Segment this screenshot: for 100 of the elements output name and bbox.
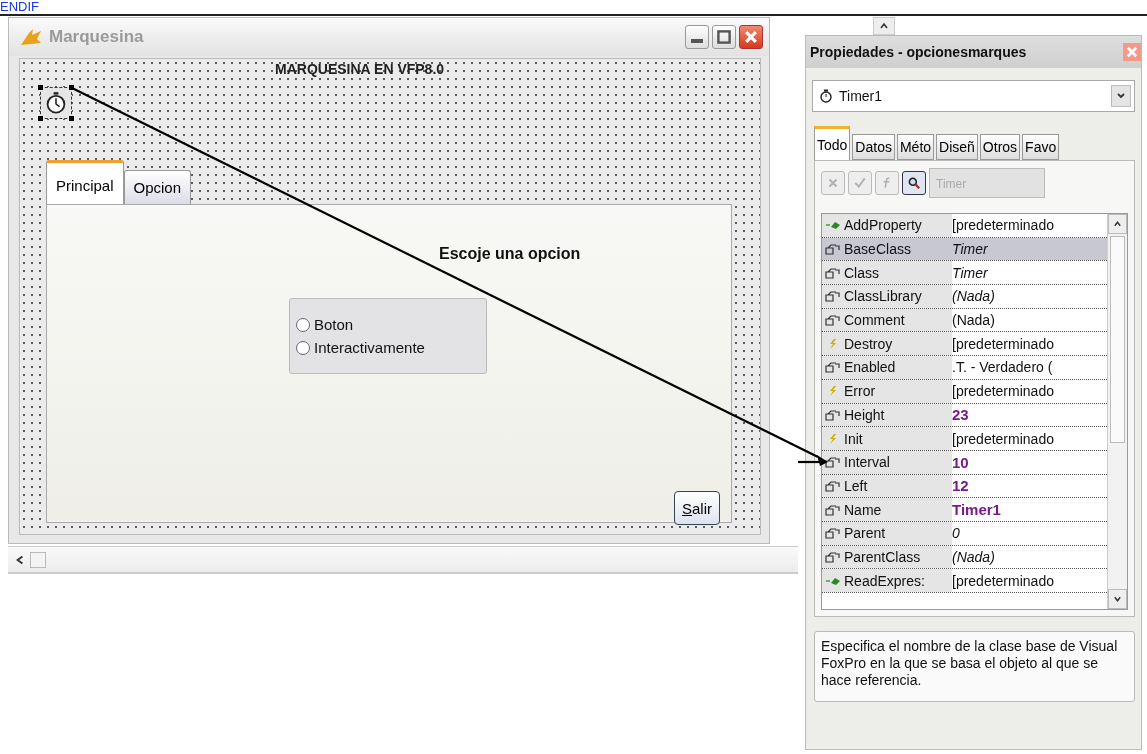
chevron-down-icon	[1113, 594, 1122, 604]
property-name: Parent	[844, 525, 886, 542]
property-row[interactable]: Destroy [predeterminado	[822, 332, 1107, 357]
minimize-icon	[691, 39, 703, 43]
property-name: BaseClass	[844, 241, 911, 258]
property-tab[interactable]: Todo	[814, 126, 851, 160]
property-value: .T. - Verdadero (	[952, 358, 1054, 378]
property-row[interactable]: Interval 10	[822, 450, 1107, 475]
scroll-thumb[interactable]	[1110, 236, 1125, 443]
fox-logo-icon	[19, 27, 43, 47]
window-title: Marquesina	[49, 27, 144, 47]
property-value: 23	[952, 405, 970, 426]
property-value: [predeterminado	[952, 382, 1055, 402]
property-tab[interactable]: Méto	[896, 134, 935, 160]
property-name: Class	[844, 264, 879, 281]
property-icon	[825, 408, 841, 421]
property-tab[interactable]: Datos	[852, 134, 895, 160]
prompt-label: Escoje una opcion	[439, 245, 581, 263]
property-row[interactable]: Init [predeterminado	[822, 427, 1107, 451]
magnifier-icon	[907, 176, 921, 190]
property-icon	[825, 361, 841, 374]
property-value: 10	[952, 452, 970, 473]
property-value: Timer	[952, 237, 1107, 261]
timer-control-icon[interactable]	[40, 87, 72, 119]
code-text: ENDIF	[0, 0, 39, 14]
property-row[interactable]: Enabled .T. - Verdadero (	[822, 356, 1107, 380]
property-value: [predeterminado	[952, 334, 1055, 354]
property-icon	[825, 550, 841, 563]
property-row[interactable]: ReadExpres: [predeterminado	[822, 569, 1107, 593]
property-name: ParentClass	[844, 548, 921, 565]
zoom-icon-button[interactable]	[902, 171, 926, 195]
horizontal-scrollbar[interactable]	[8, 546, 798, 574]
property-value: (Nada)	[952, 287, 996, 307]
cross-icon	[826, 176, 840, 190]
minimize-button[interactable]	[685, 25, 709, 49]
property-tab[interactable]: Otros	[979, 134, 1021, 160]
property-icon	[825, 314, 841, 327]
scroll-up-button[interactable]	[1108, 214, 1127, 234]
radio-button[interactable]	[296, 340, 310, 355]
exit-button[interactable]: Salir	[674, 491, 720, 525]
property-icon	[825, 243, 841, 256]
page-tab[interactable]: Principal	[46, 160, 124, 204]
option-label: Interactivamente	[314, 339, 425, 356]
property-icon	[825, 266, 841, 279]
property-tab[interactable]: Diseñ	[936, 134, 978, 160]
property-row[interactable]: ClassLibrary (Nada)	[822, 285, 1107, 309]
maximize-button[interactable]	[712, 25, 736, 49]
scroll-down-button[interactable]	[1108, 589, 1127, 609]
property-icon	[825, 503, 841, 516]
stopwatch-icon	[819, 89, 833, 103]
property-value: (Nada)	[952, 311, 996, 331]
scroll-thumb[interactable]	[30, 551, 46, 568]
property-value: Timer	[952, 263, 989, 283]
property-name: Height	[844, 406, 885, 423]
property-name: Init	[844, 430, 863, 447]
property-name: ClassLibrary	[844, 288, 922, 305]
property-name: Enabled	[844, 359, 896, 376]
property-value: [predeterminado	[952, 429, 1055, 449]
property-name: Interval	[844, 454, 890, 471]
property-row[interactable]: BaseClass Timer	[822, 237, 1107, 262]
property-row[interactable]: Name Timer1	[822, 498, 1107, 522]
property-name: Left	[844, 477, 868, 494]
property-row[interactable]: Left 12	[822, 474, 1107, 499]
property-name: Name	[844, 501, 882, 518]
property-value: 0	[952, 524, 961, 544]
page-tab[interactable]: Opcion	[123, 170, 192, 204]
scroll-up-button[interactable]	[873, 17, 895, 35]
option-label: Boton	[314, 316, 354, 333]
chevron-up-icon	[877, 21, 891, 31]
property-icon	[825, 527, 841, 540]
property-name: AddProperty	[844, 217, 922, 234]
radio-button[interactable]	[296, 317, 310, 332]
close-button[interactable]	[739, 25, 763, 49]
property-icon	[825, 290, 841, 303]
property-value: 12	[952, 476, 970, 497]
property-value: (Nada)	[952, 547, 996, 567]
window-title: Propiedades - opcionesmarques	[810, 44, 1027, 60]
property-name: Error	[844, 383, 876, 400]
property-icon	[825, 479, 841, 492]
property-row[interactable]: Comment (Nada)	[822, 308, 1107, 333]
maximize-icon	[716, 29, 732, 45]
property-row[interactable]: Error [predeterminado	[822, 379, 1107, 404]
checkmark-icon	[853, 176, 867, 190]
vertical-scrollbar[interactable]	[1107, 214, 1127, 609]
property-tab[interactable]: Favo	[1022, 134, 1060, 160]
property-row[interactable]: Parent 0	[822, 521, 1107, 546]
form-title-label: MARQUESINA EN VFP8.0	[275, 61, 445, 77]
property-name: Destroy	[844, 335, 893, 352]
chevron-left-icon[interactable]	[14, 553, 26, 566]
property-value: [predeterminado	[952, 216, 1055, 236]
chevron-up-icon	[1113, 219, 1122, 229]
description-text: Especifica el nombre de la clase base de Visual FoxPro en la que se basa el objeto al que se hace referencia.	[814, 631, 1135, 702]
dropdown-button[interactable]	[1111, 85, 1131, 107]
property-row[interactable]: Height 23	[822, 403, 1107, 428]
property-row[interactable]: AddProperty [predeterminado	[822, 214, 1107, 238]
property-name: Comment	[844, 312, 905, 329]
object-dropdown[interactable]: Timer1	[812, 80, 1135, 112]
close-icon	[743, 29, 759, 45]
property-row[interactable]: ParentClass (Nada)	[822, 545, 1107, 570]
property-row[interactable]: Class Timer	[822, 261, 1107, 286]
